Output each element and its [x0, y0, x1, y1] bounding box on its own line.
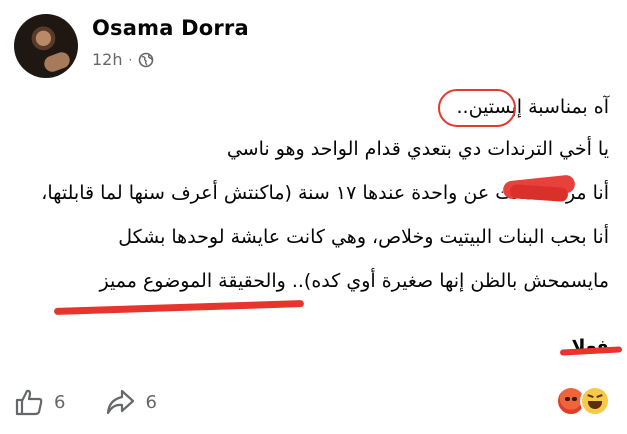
globe-icon [139, 52, 154, 67]
thumbs-up-icon [15, 389, 43, 416]
post-line: مايسمحش بالظن إنها صغيرة أوي كده).. والح… [99, 270, 609, 292]
like-button[interactable]: 6 [14, 388, 65, 416]
red-underline-annotation [53, 300, 305, 315]
share-button[interactable]: 6 [105, 388, 157, 416]
meta-separator: · [128, 52, 133, 67]
post-meta: 12h · [92, 50, 154, 69]
red-circle-annotation [438, 89, 516, 127]
share-count: 6 [145, 391, 157, 413]
post-actions: 6 6 [14, 388, 197, 416]
author-name[interactable]: Osama Dorra [92, 16, 249, 40]
author-avatar[interactable] [14, 14, 78, 78]
post-line: أنا بحب البنات البيتيت وخلاص، وهي كانت ع… [118, 226, 609, 248]
share-arrow-icon [107, 389, 135, 415]
post-line: يا أخي الترندات دي بتعدي قدام الواحد وهو… [226, 138, 609, 160]
reaction-summary[interactable] [556, 382, 616, 416]
post-time[interactable]: 12h [92, 50, 123, 69]
like-count: 6 [54, 391, 66, 413]
haha-emoji-icon [580, 386, 610, 416]
